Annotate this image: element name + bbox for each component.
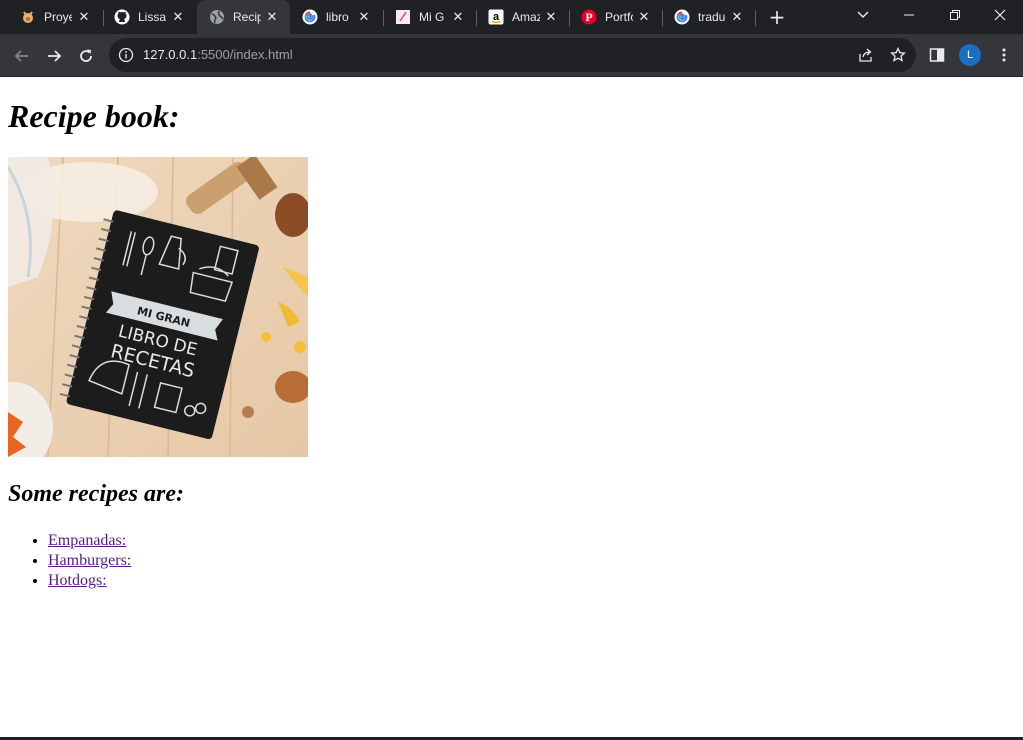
url-host: 127.0.0.1 xyxy=(143,47,198,62)
close-icon[interactable]: ✕ xyxy=(450,9,466,25)
share-icon[interactable] xyxy=(858,47,874,63)
recipe-link-hamburgers[interactable]: Hamburgers: xyxy=(48,552,131,569)
close-icon[interactable]: ✕ xyxy=(729,9,745,25)
tab-title: traductor xyxy=(698,10,726,24)
tab-title: Lissa xyxy=(138,10,166,24)
note-icon xyxy=(395,9,411,25)
tab-title: Proyecto xyxy=(44,10,72,24)
close-icon[interactable]: ✕ xyxy=(356,9,372,25)
restore-icon[interactable] xyxy=(932,0,978,30)
svg-text:a: a xyxy=(493,11,500,23)
tab-4[interactable]: libro ✕ xyxy=(290,0,382,34)
close-window-icon[interactable] xyxy=(977,0,1023,30)
tab-strip: Proyecto ✕ Lissa ✕ Recipe book ✕ libro ✕… xyxy=(0,0,1023,34)
recipe-link-hotdogs[interactable]: Hotdogs: xyxy=(48,572,107,589)
tab-title: Amazon xyxy=(512,10,540,24)
browser-toolbar: 127.0.0.1:5500/index.html L xyxy=(0,34,1023,77)
google-icon xyxy=(302,9,318,25)
tab-1[interactable]: Proyecto ✕ xyxy=(8,0,102,34)
close-icon[interactable]: ✕ xyxy=(543,9,559,25)
page-title: Recipe book: xyxy=(8,98,180,134)
recipes-subheading: Some recipes are: xyxy=(8,481,184,507)
forward-arrow-icon[interactable] xyxy=(41,43,67,69)
url-path: :5500/index.html xyxy=(197,47,293,62)
close-icon[interactable]: ✕ xyxy=(170,9,186,25)
tab-title: Recipe book xyxy=(233,10,261,24)
list-item: Hamburgers: xyxy=(48,551,131,571)
google-icon xyxy=(674,9,690,25)
tab-8[interactable]: traductor ✕ xyxy=(662,0,755,34)
minimize-icon[interactable] xyxy=(886,0,932,30)
back-arrow-icon[interactable] xyxy=(9,43,35,69)
amazon-icon: a xyxy=(488,9,504,25)
tab-7[interactable]: P Portfolio ✕ xyxy=(569,0,662,34)
tab-title: Portfolio xyxy=(605,10,633,24)
tab-5[interactable]: Mi G ✕ xyxy=(383,0,476,34)
recipe-list: Empanadas: Hamburgers: Hotdogs: xyxy=(48,531,131,591)
tab-3-active[interactable]: Recipe book ✕ xyxy=(197,0,290,34)
tab-title: libro xyxy=(326,10,349,24)
globe-icon xyxy=(209,9,225,25)
github-icon xyxy=(114,9,130,25)
tab-2[interactable]: Lissa ✕ xyxy=(102,0,196,34)
tab-6[interactable]: a Amazon ✕ xyxy=(476,0,569,34)
bookmark-star-icon[interactable] xyxy=(890,46,906,63)
pinterest-icon: P xyxy=(581,9,597,25)
address-bar[interactable]: 127.0.0.1:5500/index.html xyxy=(109,38,916,72)
pig-icon xyxy=(20,9,36,25)
recipe-book-image: MI GRAN LIBRO DE RECETAS xyxy=(8,157,308,457)
close-icon[interactable]: ✕ xyxy=(264,9,280,25)
close-icon[interactable]: ✕ xyxy=(636,9,652,25)
new-tab-plus-icon[interactable]: + xyxy=(766,6,788,28)
url-text[interactable]: 127.0.0.1:5500/index.html xyxy=(143,47,293,62)
tab-search-chevron-icon[interactable] xyxy=(840,0,886,30)
svg-text:P: P xyxy=(585,10,592,24)
recipe-link-empanadas[interactable]: Empanadas: xyxy=(48,532,126,549)
list-item: Hotdogs: xyxy=(48,571,131,591)
info-icon[interactable] xyxy=(118,47,134,63)
tab-separator xyxy=(755,10,756,26)
side-panel-icon[interactable] xyxy=(929,47,947,65)
close-icon[interactable]: ✕ xyxy=(76,9,92,25)
profile-avatar[interactable]: L xyxy=(959,44,981,66)
kebab-menu-icon[interactable] xyxy=(996,47,1014,65)
reload-icon[interactable] xyxy=(73,43,99,69)
list-item: Empanadas: xyxy=(48,531,131,551)
tab-title: Mi G xyxy=(419,10,445,24)
page-viewport: Recipe book: MI GRAN LIBRO DE RECETAS So… xyxy=(0,78,1023,738)
